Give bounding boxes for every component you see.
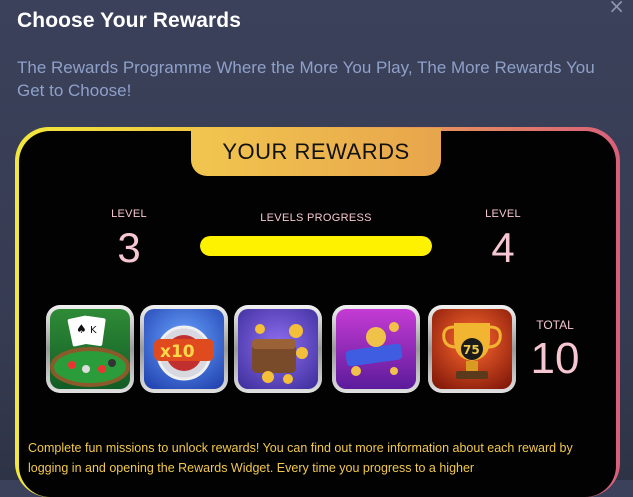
next-level-label: LEVEL	[485, 208, 521, 220]
x10-multiplier-icon: x10	[144, 309, 224, 389]
levels-progress-bar	[200, 236, 432, 256]
total-rewards-label: TOTAL	[536, 318, 574, 332]
modal-title: Choose Your Rewards	[17, 9, 242, 32]
reward-tile-multiplier[interactable]: x10	[140, 305, 228, 393]
next-level-value: 4	[491, 224, 515, 271]
total-rewards-value: 10	[530, 334, 580, 383]
levels-progress-fill	[200, 236, 432, 256]
current-level-label: LEVEL	[111, 208, 147, 220]
gamepad-coin-icon	[336, 309, 416, 389]
rewards-description: Complete fun missions to unlock rewards!…	[28, 441, 573, 475]
blackjack-icon: ♠ K	[50, 309, 130, 389]
svg-text:75: 75	[463, 343, 480, 357]
svg-text:K: K	[90, 325, 97, 336]
trophy-icon: 75	[432, 309, 512, 389]
levels-progress-label: LEVELS PROGRESS	[260, 212, 372, 224]
reward-tile-trophy[interactable]: 75	[428, 305, 516, 393]
svg-text:x10: x10	[160, 342, 195, 362]
current-level-value: 3	[117, 224, 141, 271]
your-rewards-tab: YOUR REWARDS	[191, 128, 441, 176]
close-icon[interactable]: ×	[608, 0, 625, 16]
svg-text:♠: ♠	[76, 322, 87, 336]
reward-tile-blackjack[interactable]: ♠ K	[46, 305, 134, 393]
modal-subtitle: The Rewards Programme Where the More You…	[17, 58, 595, 100]
reward-tile-gamepad[interactable]	[332, 305, 420, 393]
reward-tile-wallet[interactable]	[234, 305, 322, 393]
wallet-icon	[238, 309, 318, 389]
